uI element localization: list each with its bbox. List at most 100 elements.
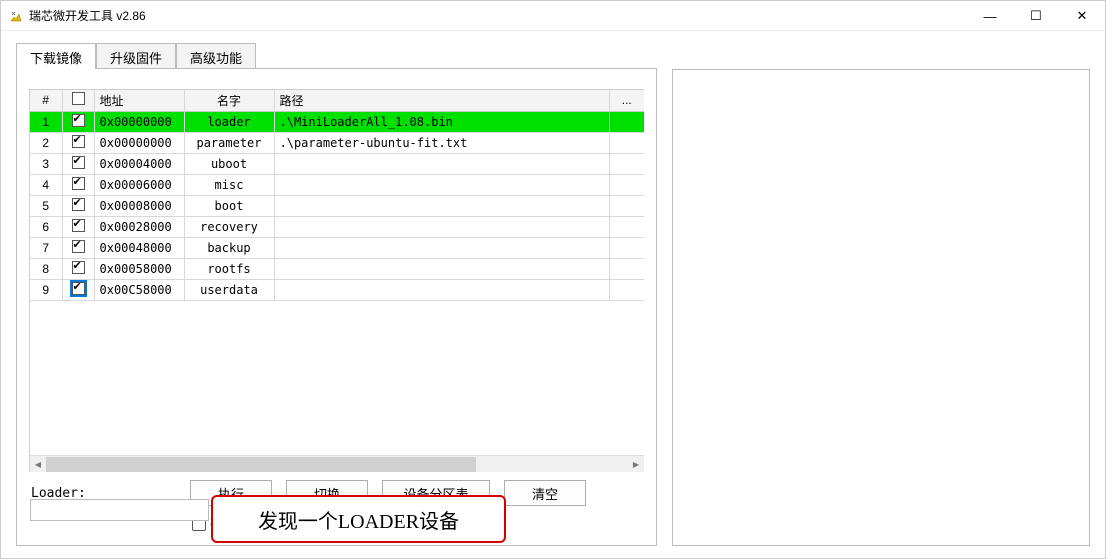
- device-status-text: 发现一个LOADER设备: [258, 505, 459, 534]
- scroll-left-arrow-icon[interactable]: ◀: [30, 456, 46, 472]
- cell-name[interactable]: loader: [184, 111, 274, 132]
- cell-index: 6: [30, 216, 62, 237]
- maximize-button[interactable]: ☐: [1013, 1, 1059, 31]
- row-checkbox-icon[interactable]: [72, 156, 85, 169]
- app-icon: [9, 9, 23, 23]
- tab-2[interactable]: 高级功能: [176, 43, 256, 69]
- cell-address[interactable]: 0x00000000: [94, 111, 184, 132]
- cell-more[interactable]: [609, 258, 644, 279]
- row-checkbox-icon[interactable]: [72, 240, 85, 253]
- cell-path[interactable]: [274, 195, 609, 216]
- header-index[interactable]: #: [30, 90, 62, 111]
- table-row[interactable]: 4 0x00006000misc: [30, 174, 644, 195]
- cell-checkbox[interactable]: [62, 258, 94, 279]
- cell-address[interactable]: 0x00008000: [94, 195, 184, 216]
- clear-button[interactable]: 清空: [504, 480, 586, 506]
- cell-index: 2: [30, 132, 62, 153]
- cell-name[interactable]: userdata: [184, 279, 274, 300]
- cell-more[interactable]: [609, 237, 644, 258]
- window-controls: — ☐ ✕: [967, 1, 1105, 30]
- cell-name[interactable]: parameter: [184, 132, 274, 153]
- cell-more[interactable]: [609, 174, 644, 195]
- row-checkbox-icon[interactable]: [72, 219, 85, 232]
- scroll-thumb[interactable]: [46, 457, 476, 472]
- cell-name[interactable]: backup: [184, 237, 274, 258]
- cell-address[interactable]: 0x00048000: [94, 237, 184, 258]
- cell-more[interactable]: [609, 111, 644, 132]
- cell-path[interactable]: [274, 174, 609, 195]
- cell-name[interactable]: uboot: [184, 153, 274, 174]
- cell-address[interactable]: 0x00006000: [94, 174, 184, 195]
- cell-more[interactable]: [609, 216, 644, 237]
- table-row[interactable]: 90x00C58000userdata: [30, 279, 644, 300]
- close-button[interactable]: ✕: [1059, 1, 1105, 31]
- table-row[interactable]: 7 0x00048000backup: [30, 237, 644, 258]
- cell-checkbox[interactable]: [62, 216, 94, 237]
- row-checkbox-icon[interactable]: [72, 135, 85, 148]
- header-more[interactable]: ...: [609, 90, 644, 111]
- table-row[interactable]: 5 0x00008000boot: [30, 195, 644, 216]
- cell-address[interactable]: 0x00004000: [94, 153, 184, 174]
- tab-strip: 下载镜像升级固件高级功能: [16, 43, 657, 69]
- cell-index: 1: [30, 111, 62, 132]
- cell-checkbox[interactable]: [62, 237, 94, 258]
- cell-checkbox[interactable]: [62, 132, 94, 153]
- cell-path[interactable]: [274, 216, 609, 237]
- cell-address[interactable]: 0x00058000: [94, 258, 184, 279]
- cell-checkbox[interactable]: [62, 279, 94, 300]
- row-checkbox-icon[interactable]: [72, 114, 85, 127]
- cell-path[interactable]: [274, 258, 609, 279]
- log-panel[interactable]: [672, 69, 1090, 546]
- window-title: 瑞芯微开发工具 v2.86: [29, 7, 967, 24]
- cell-path[interactable]: .\MiniLoaderAll_1.08.bin: [274, 111, 609, 132]
- cell-address[interactable]: 0x00C58000: [94, 279, 184, 300]
- content-area: 下载镜像升级固件高级功能 # 地址 名字 路径 ...: [1, 31, 1105, 558]
- scroll-right-arrow-icon[interactable]: ▶: [628, 456, 644, 472]
- cell-index: 4: [30, 174, 62, 195]
- horizontal-scrollbar[interactable]: ◀ ▶: [30, 455, 644, 472]
- row-checkbox-icon[interactable]: [72, 177, 85, 190]
- cell-index: 7: [30, 237, 62, 258]
- minimize-button[interactable]: —: [967, 1, 1013, 31]
- cell-name[interactable]: rootfs: [184, 258, 274, 279]
- cell-more[interactable]: [609, 132, 644, 153]
- cell-checkbox[interactable]: [62, 174, 94, 195]
- cell-name[interactable]: boot: [184, 195, 274, 216]
- cell-path[interactable]: .\parameter-ubuntu-fit.txt: [274, 132, 609, 153]
- tab-1[interactable]: 升级固件: [96, 43, 176, 69]
- cell-index: 5: [30, 195, 62, 216]
- cell-address[interactable]: 0x00000000: [94, 132, 184, 153]
- row-checkbox-icon[interactable]: [72, 261, 85, 274]
- cell-checkbox[interactable]: [62, 111, 94, 132]
- status-strip: [30, 499, 209, 521]
- cell-name[interactable]: recovery: [184, 216, 274, 237]
- table-row[interactable]: 6 0x00028000recovery: [30, 216, 644, 237]
- header-address[interactable]: 地址: [94, 90, 184, 111]
- cell-name[interactable]: misc: [184, 174, 274, 195]
- titlebar: 瑞芯微开发工具 v2.86 — ☐ ✕: [1, 1, 1105, 31]
- cell-index: 3: [30, 153, 62, 174]
- cell-more[interactable]: [609, 153, 644, 174]
- cell-path[interactable]: [274, 153, 609, 174]
- table-row[interactable]: 2 0x00000000parameter.\parameter-ubuntu-f…: [30, 132, 644, 153]
- cell-checkbox[interactable]: [62, 153, 94, 174]
- tab-0[interactable]: 下载镜像: [16, 43, 96, 69]
- row-checkbox-icon[interactable]: [72, 282, 85, 295]
- cell-path[interactable]: [274, 237, 609, 258]
- device-status-callout: 发现一个LOADER设备: [211, 495, 506, 543]
- table-row[interactable]: 3 0x00004000uboot: [30, 153, 644, 174]
- table-row[interactable]: 1 0x00000000loader.\MiniLoaderAll_1.08.bi…: [30, 111, 644, 132]
- header-checkbox[interactable]: [62, 90, 94, 111]
- cell-more[interactable]: [609, 195, 644, 216]
- tab-panel-download: # 地址 名字 路径 ... 1 0x00000000loader.\MiniLo…: [16, 68, 657, 546]
- row-checkbox-icon[interactable]: [72, 198, 85, 211]
- partition-grid: # 地址 名字 路径 ... 1 0x00000000loader.\MiniLo…: [29, 89, 644, 472]
- cell-address[interactable]: 0x00028000: [94, 216, 184, 237]
- cell-checkbox[interactable]: [62, 195, 94, 216]
- partition-table: # 地址 名字 路径 ... 1 0x00000000loader.\MiniLo…: [30, 90, 644, 301]
- table-row[interactable]: 80x00058000rootfs: [30, 258, 644, 279]
- cell-path[interactable]: [274, 279, 609, 300]
- cell-more[interactable]: [609, 279, 644, 300]
- header-path[interactable]: 路径: [274, 90, 609, 111]
- header-name[interactable]: 名字: [184, 90, 274, 111]
